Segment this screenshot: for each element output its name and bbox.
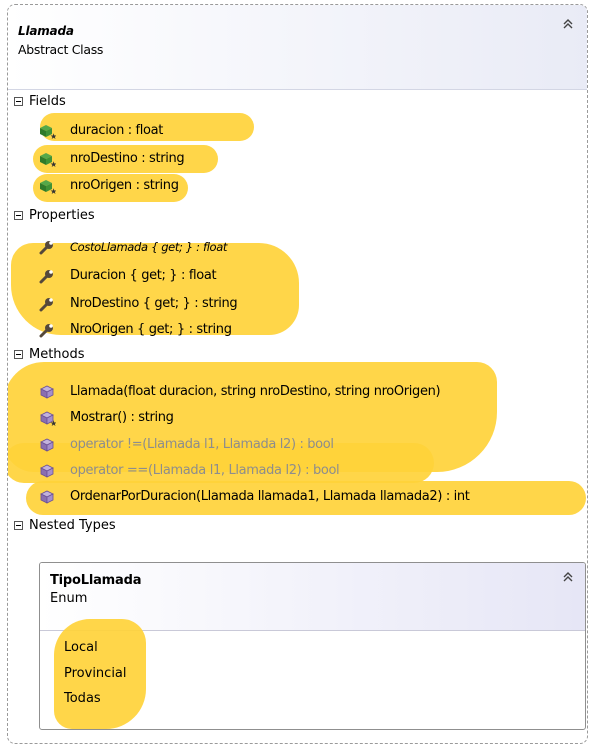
member-text: OrdenarPorDuracion(Llamada llamada1, Lla… <box>70 489 470 504</box>
enum-value: Local <box>64 640 98 655</box>
enum-value: Todas <box>64 691 101 706</box>
protected-field-icon: ★ <box>40 153 56 167</box>
svg-text:★: ★ <box>50 132 56 139</box>
compartment-title: Nested Types <box>29 518 116 533</box>
collapse-toggle-icon[interactable] <box>14 350 23 359</box>
member-text: Mostrar() : string <box>70 410 174 425</box>
compartment-title: Fields <box>29 94 66 109</box>
class-kind: Abstract Class <box>18 42 104 57</box>
enum-value: Provincial <box>64 666 127 681</box>
property-wrench-icon <box>39 270 53 284</box>
property-wrench-icon <box>39 241 53 255</box>
protected-method-icon: ★ <box>40 411 56 426</box>
compartment-nested-types[interactable]: Nested Types <box>12 517 587 537</box>
property-wrench-icon <box>39 298 53 312</box>
member-text: Duracion { get; } : float <box>70 268 217 283</box>
compartment-title: Methods <box>29 347 85 362</box>
compartment-methods[interactable]: Methods <box>12 346 587 366</box>
member-text: NroDestino { get; } : string <box>70 296 238 311</box>
collapse-toggle-icon[interactable] <box>14 211 23 220</box>
method-icon <box>40 438 54 452</box>
member-text: nroDestino : string <box>70 151 185 166</box>
compartment-fields[interactable]: Fields <box>12 93 587 113</box>
member-text: nroOrigen : string <box>70 178 179 193</box>
compartment-properties[interactable]: Properties <box>12 207 587 227</box>
nested-enum-name: TipoLlamada <box>50 573 142 588</box>
compartment-title: Properties <box>29 208 95 223</box>
member-text: operator ==(Llamada l1, Llamada l2) : bo… <box>70 463 340 478</box>
class-shape-llamada[interactable]: Llamada Abstract Class Fields ★ duracion… <box>7 4 588 744</box>
method-icon <box>40 490 54 504</box>
collapse-chevron-icon[interactable] <box>561 17 575 31</box>
member-text: CostoLlamada { get; } : float <box>70 240 228 254</box>
nested-enum-kind: Enum <box>50 591 88 606</box>
collapse-chevron-icon[interactable] <box>561 570 575 584</box>
svg-text:★: ★ <box>50 187 56 194</box>
svg-text:★: ★ <box>50 160 56 167</box>
method-icon <box>40 385 54 399</box>
protected-field-icon: ★ <box>40 180 56 194</box>
collapse-toggle-icon[interactable] <box>14 521 23 530</box>
member-text: duracion : float <box>70 123 164 138</box>
class-name: Llamada <box>18 24 74 38</box>
method-icon <box>40 464 54 478</box>
member-text: Llamada(float duracion, string nroDestin… <box>70 384 441 399</box>
property-wrench-icon <box>39 324 53 338</box>
class-header: Llamada Abstract Class <box>8 5 587 90</box>
protected-field-icon: ★ <box>40 125 56 139</box>
member-text: NroOrigen { get; } : string <box>70 322 232 337</box>
nested-enum-shape[interactable]: TipoLlamada Enum Local Provincial Todas <box>39 562 586 730</box>
collapse-toggle-icon[interactable] <box>14 97 23 106</box>
member-text: operator !=(Llamada l1, Llamada l2) : bo… <box>70 437 334 452</box>
svg-text:★: ★ <box>50 419 56 426</box>
